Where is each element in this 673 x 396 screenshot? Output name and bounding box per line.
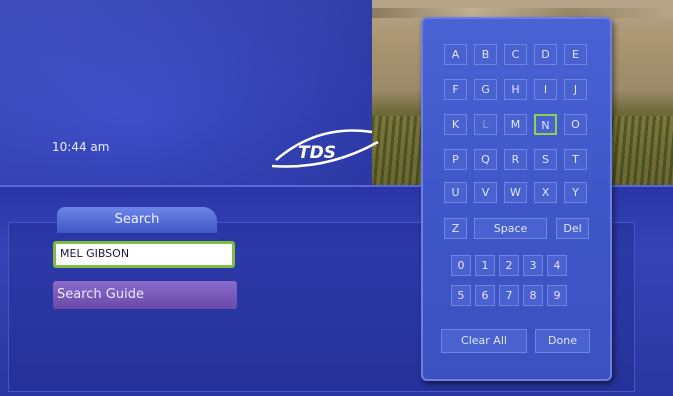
key-5[interactable]: 5 (451, 285, 471, 306)
key-v[interactable]: V (474, 182, 497, 203)
key-6[interactable]: 6 (475, 285, 495, 306)
key-3[interactable]: 3 (523, 255, 543, 276)
key-2[interactable]: 2 (499, 255, 519, 276)
key-1[interactable]: 1 (475, 255, 495, 276)
key-space[interactable]: Space (474, 218, 547, 239)
key-y[interactable]: Y (564, 182, 587, 203)
tab-search[interactable]: Search (57, 207, 217, 233)
key-t[interactable]: T (564, 149, 587, 170)
key-q[interactable]: Q (474, 149, 497, 170)
key-a[interactable]: A (444, 44, 467, 65)
key-9[interactable]: 9 (547, 285, 567, 306)
key-w[interactable]: W (504, 182, 527, 203)
key-4[interactable]: 4 (547, 255, 567, 276)
key-0[interactable]: 0 (451, 255, 471, 276)
key-g[interactable]: G (474, 79, 497, 100)
key-8[interactable]: 8 (523, 285, 543, 306)
key-l[interactable]: L (474, 114, 497, 135)
clock-time: 10:44 am (52, 140, 110, 154)
key-p[interactable]: P (444, 149, 467, 170)
key-b[interactable]: B (474, 44, 497, 65)
key-e[interactable]: E (564, 44, 587, 65)
key-k[interactable]: K (444, 114, 467, 135)
key-i[interactable]: I (534, 79, 557, 100)
onscreen-keyboard: A B C D E F G H I J K L M N O P Q R S T … (421, 17, 612, 381)
key-j[interactable]: J (564, 79, 587, 100)
key-f[interactable]: F (444, 79, 467, 100)
key-x[interactable]: X (534, 182, 557, 203)
search-guide-button[interactable]: Search Guide (53, 281, 237, 309)
key-z[interactable]: Z (444, 218, 467, 239)
key-o[interactable]: O (564, 114, 587, 135)
key-n[interactable]: N (534, 114, 557, 135)
key-m[interactable]: M (504, 114, 527, 135)
key-delete[interactable]: Del (556, 218, 589, 239)
key-d[interactable]: D (534, 44, 557, 65)
key-s[interactable]: S (534, 149, 557, 170)
key-u[interactable]: U (444, 182, 467, 203)
tds-logo: TDS (271, 129, 379, 168)
tv-screen: 10:44 am TDS Search MEL GIBSON Search Gu… (0, 0, 673, 396)
key-h[interactable]: H (504, 79, 527, 100)
search-input[interactable]: MEL GIBSON (53, 241, 235, 268)
key-c[interactable]: C (504, 44, 527, 65)
done-button[interactable]: Done (535, 329, 590, 353)
clear-all-button[interactable]: Clear All (441, 329, 527, 353)
key-7[interactable]: 7 (499, 285, 519, 306)
key-r[interactable]: R (504, 149, 527, 170)
logo-text: TDS (298, 143, 336, 163)
